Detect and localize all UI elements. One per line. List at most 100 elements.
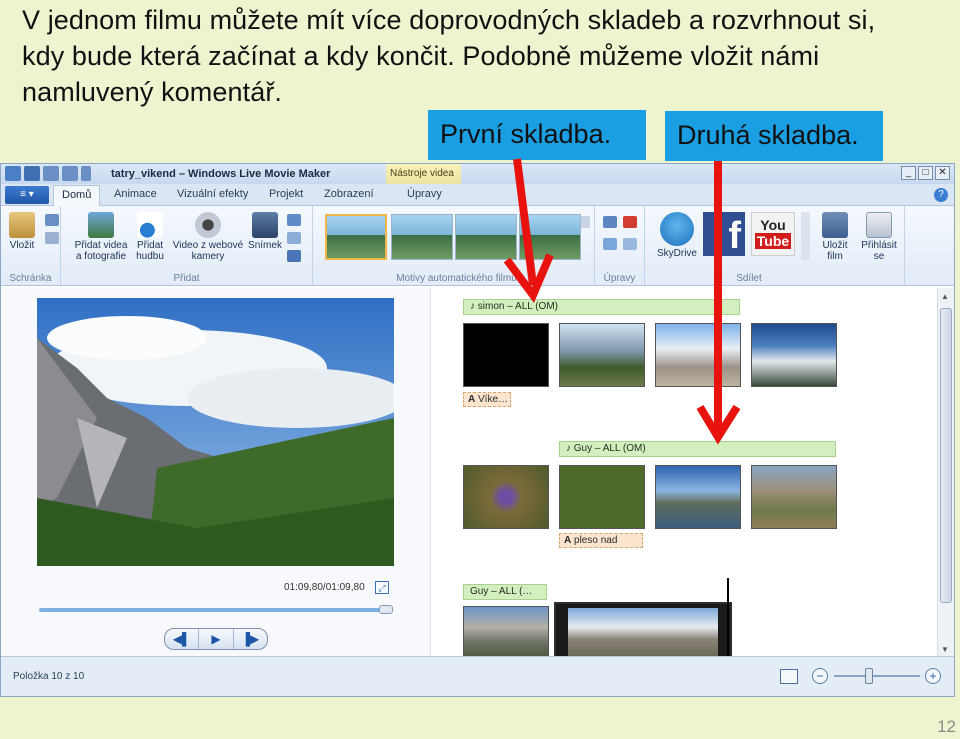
gallery-scroll-icon[interactable] xyxy=(581,216,590,228)
storyboard-clip-6[interactable] xyxy=(559,465,645,529)
theme-thumbnail-1[interactable] xyxy=(325,214,387,260)
remove-icon[interactable] xyxy=(623,216,637,228)
storyboard-clip-8[interactable] xyxy=(751,465,837,529)
scroll-down-icon[interactable]: ▼ xyxy=(941,645,949,654)
save-icon[interactable] xyxy=(24,166,40,181)
storyboard-clip-4[interactable] xyxy=(751,323,837,387)
snapshot-button[interactable]: Snímek xyxy=(247,212,283,251)
storyboard-clip-5[interactable] xyxy=(463,465,549,529)
help-icon[interactable]: ? xyxy=(934,188,948,202)
add-videos-button[interactable]: Přidat videa a fotografie xyxy=(71,212,131,262)
movie-maker-window: tatry_vikend – Windows Live Movie Maker … xyxy=(0,163,955,697)
grid-icon[interactable] xyxy=(623,238,637,250)
tab-visual-effects[interactable]: Vizuální efekty xyxy=(177,188,248,200)
previous-frame-button[interactable]: ◀▌ xyxy=(165,629,200,649)
share-scroll-icon[interactable] xyxy=(801,212,810,260)
webcam-icon xyxy=(195,212,221,238)
page-number: 12 xyxy=(937,717,956,736)
title-bar: tatry_vikend – Windows Live Movie Maker … xyxy=(1,164,954,184)
storyboard-scrollbar[interactable]: ▲ ▼ xyxy=(937,288,954,658)
redo-icon[interactable] xyxy=(62,166,78,181)
film-photo-icon xyxy=(88,212,114,238)
next-frame-button[interactable]: ▐▶ xyxy=(234,629,267,649)
item-count: Položka 10 z 10 xyxy=(13,671,85,682)
save-movie-label-1: Uložit xyxy=(822,240,848,251)
preview-pane: 01:09,80/01:09,80 ⤢ ◀▌ ▶ ▐▶ xyxy=(1,288,431,658)
tab-view[interactable]: Zobrazení xyxy=(324,188,374,200)
cut-icon[interactable] xyxy=(45,214,59,226)
paste-button[interactable]: Vložit xyxy=(7,212,37,251)
storyboard-clip-10[interactable] xyxy=(554,602,732,658)
copy-icon[interactable] xyxy=(45,232,59,244)
tab-animations[interactable]: Animace xyxy=(114,188,157,200)
play-button[interactable]: ▶ xyxy=(199,629,234,649)
zoom-in-icon[interactable]: + xyxy=(925,668,941,684)
minimize-button[interactable]: _ xyxy=(901,166,916,180)
webcam-label-1: Video z webové xyxy=(172,240,244,251)
skydrive-button[interactable]: SkyDrive xyxy=(653,212,701,259)
storyboard-clip-9[interactable] xyxy=(463,606,549,658)
title-icon[interactable] xyxy=(287,214,301,226)
arrow-second-track xyxy=(696,161,741,445)
add-videos-label-1: Přidat videa xyxy=(74,240,128,251)
undo-icon[interactable] xyxy=(43,166,59,181)
theme-thumbnail-2[interactable] xyxy=(391,214,453,260)
music-track-2-label: Guy – ALL (OM) xyxy=(573,443,646,454)
storyboard-clip-1[interactable] xyxy=(463,323,549,387)
ribbon-tabs: ≡ ▾ Domů Animace Vizuální efekty Projekt… xyxy=(1,184,954,207)
tab-home[interactable]: Domů xyxy=(53,185,101,207)
sign-in-label-1: Přihlásit xyxy=(861,240,897,251)
skydrive-label: SkyDrive xyxy=(656,248,697,259)
zoom-slider[interactable] xyxy=(834,675,920,677)
ribbon: Vložit Schránka Přidat videa a fotografi… xyxy=(1,206,954,286)
arrow-first-track xyxy=(503,158,554,303)
app-menu-button[interactable]: ≡ ▾ xyxy=(5,186,49,204)
youtube-icon: You Tube xyxy=(751,212,795,256)
maximize-button[interactable]: □ xyxy=(918,166,933,180)
scroll-thumb[interactable] xyxy=(940,308,952,603)
select-all-icon[interactable] xyxy=(603,238,617,250)
window-title: tatry_vikend – Windows Live Movie Maker xyxy=(111,168,331,180)
paste-label: Vložit xyxy=(9,240,35,251)
storyboard-clip-7[interactable] xyxy=(655,465,741,529)
sign-in-button[interactable]: Přihlásit se xyxy=(859,212,899,262)
credits-icon[interactable] xyxy=(287,250,301,262)
caption-1[interactable]: A Víke… xyxy=(463,392,511,407)
webcam-video-button[interactable]: Video z webové kamery xyxy=(171,212,245,262)
seek-handle[interactable] xyxy=(379,605,393,614)
callout-second-track: Druhá skladba. xyxy=(665,111,883,161)
quick-access-toolbar xyxy=(5,166,91,181)
status-bar: Položka 10 z 10 − + xyxy=(1,656,954,696)
tab-project[interactable]: Projekt xyxy=(269,188,303,200)
rotate-icon[interactable] xyxy=(603,216,617,228)
add-videos-label-2: a fotografie xyxy=(75,251,127,262)
context-tab-video-tools: Nástroje videa xyxy=(386,164,461,184)
skydrive-icon xyxy=(660,212,694,246)
add-group-label: Přidat xyxy=(173,273,200,284)
callout-first-track: První skladba. xyxy=(428,110,646,160)
playhead[interactable] xyxy=(727,578,729,658)
storyboard-clip-2[interactable] xyxy=(559,323,645,387)
share-group-label: Sdílet xyxy=(736,273,762,284)
share-group: SkyDrive f You Tube Uložit film Sdílet Př… xyxy=(649,206,905,286)
youtube-button[interactable]: You Tube xyxy=(751,212,797,256)
customize-icon[interactable] xyxy=(81,166,91,181)
editing-group-label: Úpravy xyxy=(603,273,636,284)
zoom-out-icon[interactable]: − xyxy=(812,668,828,684)
clipboard-group-label: Schránka xyxy=(9,273,52,284)
zoom-handle[interactable] xyxy=(865,668,873,684)
seek-bar[interactable] xyxy=(39,608,389,612)
caption-icon[interactable] xyxy=(287,232,301,244)
music-track-3[interactable]: Guy – ALL (… xyxy=(463,584,547,600)
add-music-label-2: hudbu xyxy=(136,251,164,262)
save-movie-button[interactable]: Uložit film xyxy=(815,212,855,262)
tab-edit[interactable]: Úpravy xyxy=(407,188,442,200)
thumbnail-size-icon[interactable] xyxy=(780,669,798,684)
close-button[interactable]: ✕ xyxy=(935,166,950,180)
caption-2[interactable]: A pleso nad xyxy=(559,533,643,548)
preview-video[interactable] xyxy=(37,298,394,566)
scroll-up-icon[interactable]: ▲ xyxy=(941,292,949,301)
add-music-button[interactable]: Přidat hudbu xyxy=(133,212,167,262)
fullscreen-icon[interactable]: ⤢ xyxy=(375,581,389,594)
add-group: Přidat videa a fotografie Přidat hudbu V… xyxy=(61,206,313,286)
